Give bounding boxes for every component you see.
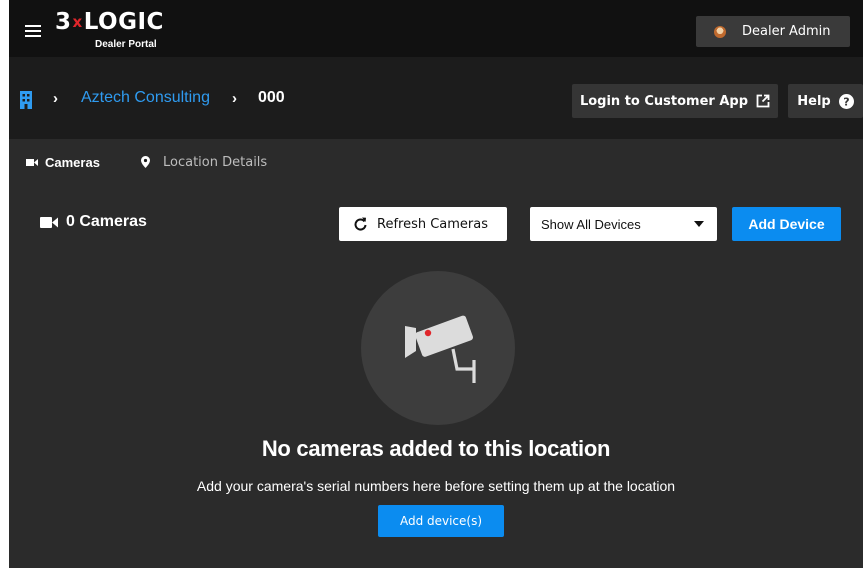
video-camera-icon (26, 158, 38, 166)
help-button[interactable]: Help ? (788, 84, 863, 118)
logo-subtitle: Dealer Portal (95, 39, 157, 50)
tab-cameras[interactable]: Cameras (9, 140, 121, 184)
avatar (714, 25, 726, 38)
camera-count: 0 Cameras (40, 213, 147, 231)
caret-down-icon (694, 221, 704, 227)
empty-state-title: No cameras added to this location (261, 436, 611, 461)
breadcrumb-separator: › (232, 90, 237, 107)
external-link-icon (756, 94, 770, 108)
tab-location-details[interactable]: Location Details (121, 140, 291, 184)
svg-text:?: ? (843, 95, 849, 108)
breadcrumb-separator: › (53, 90, 58, 107)
hamburger-icon[interactable] (25, 25, 41, 37)
security-camera-icon (405, 315, 476, 383)
refresh-cameras-button[interactable]: Refresh Cameras (339, 207, 507, 241)
breadcrumb-location: 000 (258, 89, 285, 106)
user-menu-button[interactable]: Dealer Admin (696, 16, 850, 47)
building-icon[interactable] (19, 91, 33, 109)
map-pin-icon (141, 156, 150, 168)
user-name: Dealer Admin (742, 24, 831, 39)
refresh-icon (354, 217, 367, 231)
login-customer-app-button[interactable]: Login to Customer App (572, 84, 778, 118)
app-window: 3xLOGIC Dealer Portal Dealer Admin › Azt… (9, 0, 863, 568)
add-device-button[interactable]: Add Device (732, 207, 841, 241)
breadcrumb-customer-link[interactable]: Aztech Consulting (81, 89, 210, 107)
video-camera-icon (40, 216, 58, 228)
help-circle-icon: ? (838, 93, 854, 109)
logo: 3xLOGIC Dealer Portal (55, 9, 164, 50)
device-filter-select[interactable]: Show All Devices (530, 207, 717, 241)
add-devices-button[interactable]: Add device(s) (378, 505, 504, 537)
top-bar: 3xLOGIC Dealer Portal Dealer Admin (9, 0, 863, 57)
empty-state-subtitle: Add your camera's serial numbers here be… (196, 478, 676, 494)
